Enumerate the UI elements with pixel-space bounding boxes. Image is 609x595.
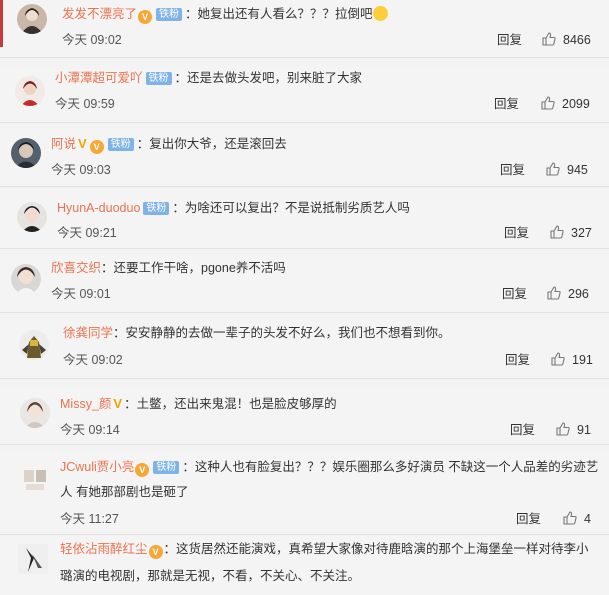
like-count: 91 [577,423,591,437]
like-count: 945 [567,163,588,177]
fan-badge: 铁粉 [145,72,172,85]
fan-badge: 铁粉 [156,8,183,21]
fan-badge: 铁粉 [153,461,180,474]
avatar[interactable] [17,202,47,232]
reply-button[interactable]: 回复 [504,224,529,242]
avatar[interactable] [20,398,50,428]
username[interactable]: 小潭潭超可爱吖 [55,71,143,85]
like-button[interactable]: 2099 [540,95,590,113]
comment-text: ：这种人也有脸复出？？？娱乐圈那么多好演员 不缺这一个人品差的劣迹艺 [182,460,599,474]
comment-text-continued: 璐演的电视剧，那就是无视，不看，不关心、不关注。 [60,569,361,583]
comment-time: 今天 09:59 [55,97,115,111]
username[interactable]: JCwuli贾小亮 [60,460,134,474]
comment-text-continued: 人 有她那部剧也是砸了 [60,485,189,499]
reply-button[interactable]: 回复 [494,95,519,113]
thumbs-up-icon [541,96,555,110]
verified-icon: V [113,396,123,411]
highlight-bar [0,0,3,47]
comment-item: 轻依沾雨醉红尘 V ：这货居然还能演戏，真希望大家像对待鹿晗演的那个上海堡垒一样对待… [0,536,609,595]
comment-text: ：复出你大爷，还是滚回去 [136,137,287,151]
comment-text: ：安安静静的去做一辈子的头发不好么，我们也不想看到你。 [113,326,451,340]
reply-button[interactable]: 回复 [502,285,527,303]
thumbs-up-icon [542,32,556,46]
username[interactable]: 徐龚同学 [63,326,113,340]
comment-time: 今天 09:14 [60,423,120,437]
like-button[interactable]: 296 [546,285,589,303]
reply-button[interactable]: 回复 [500,161,525,179]
comment-time: 今天 11:27 [60,512,119,526]
comment-text: ：还要工作干啥，pgone养不活吗 [101,261,286,275]
thumbs-up-icon [563,511,577,525]
like-count: 296 [568,287,589,301]
comment-item: 小潭潭超可爱吖 铁粉 ：还是去做头发吧，别来脏了大家 今天 09:59 回复 209… [0,66,609,122]
thumbs-up-icon [550,225,564,239]
vip-icon: V [89,140,104,154]
like-count: 2099 [562,97,590,111]
fan-badge: 铁粉 [107,138,134,151]
emoji-icon [372,6,388,21]
like-button[interactable]: 91 [555,421,591,439]
username[interactable]: Missy_颜 [60,397,111,411]
comment-text: ：土鳖，还出来鬼混！也是脸皮够厚的 [124,397,337,411]
like-button[interactable]: 191 [550,351,593,369]
comment-item: 欣喜交织：还要工作干啥，pgone养不活吗 今天 09:01 回复 296 [0,254,609,312]
comment-text: ：还是去做头发吧，别来脏了大家 [174,71,363,85]
username[interactable]: 轻依沾雨醉红尘 [60,542,148,556]
comment-time: 今天 09:03 [51,163,111,177]
avatar[interactable] [15,76,45,106]
comment-item: 阿说 V V 铁粉 ：复出你大爷，还是滚回去 今天 09:03 回复 945 [0,128,609,186]
like-button[interactable]: 945 [545,161,588,179]
comment-text: ：她复出还有人看么？？？拉倒吧 [185,7,373,21]
like-button[interactable]: 327 [549,224,592,242]
reply-button[interactable]: 回复 [497,31,522,49]
comment-item: JCwuli贾小亮 V 铁粉 ：这种人也有脸复出？？？娱乐圈那么多好演员 不缺这一个人… [0,450,609,532]
reply-button[interactable]: 回复 [516,510,541,528]
reply-button[interactable]: 回复 [505,351,530,369]
like-button[interactable]: 4 [562,510,591,528]
comment-time: 今天 09:21 [57,226,117,240]
fan-badge: 铁粉 [143,202,170,215]
username[interactable]: 欣喜交织 [51,261,101,275]
thumbs-up-icon [556,422,570,436]
vip-icon: V [148,545,163,559]
avatar[interactable] [17,4,47,34]
vip-icon: V [135,463,150,477]
avatar[interactable] [11,138,41,168]
username[interactable]: HyunA-duoduo [57,201,140,215]
like-count: 327 [571,226,592,240]
username[interactable]: 阿说 [51,137,76,151]
like-count: 191 [572,353,593,367]
verified-icon: V [78,136,87,151]
comment-time: 今天 09:01 [51,287,111,301]
like-button[interactable]: 8466 [541,31,591,49]
avatar[interactable] [11,264,41,294]
comment-time: 今天 09:02 [63,353,123,367]
comment-item: HyunA-duoduo 铁粉 ：为啥还可以复出？不是说抵制劣质艺人吗 今天 09:… [0,190,609,248]
like-count: 4 [584,512,591,526]
like-count: 8466 [563,33,591,47]
comment-text: ：为啥还可以复出？不是说抵制劣质艺人吗 [172,201,410,215]
avatar[interactable] [18,544,48,574]
comment-time: 今天 09:02 [62,33,122,47]
avatar[interactable] [20,464,50,494]
thumbs-up-icon [551,352,565,366]
avatar[interactable] [19,330,49,360]
comment-item: 徐龚同学：安安静静的去做一辈子的头发不好么，我们也不想看到你。 今天 09:02… [0,318,609,378]
username[interactable]: 发发不漂亮了 [62,7,137,21]
thumbs-up-icon [547,286,561,300]
vip-icon: V [138,10,153,24]
comment-item: Missy_颜 V ：土鳖，还出来鬼混！也是脸皮够厚的 今天 09:14 回复 91 [0,386,609,442]
comment-item: 发发不漂亮了 V 铁粉 ：她复出还有人看么？？？拉倒吧 今天 09:02 回复 846… [0,0,609,57]
thumbs-up-icon [546,162,560,176]
comment-text: ：这货居然还能演戏，真希望大家像对待鹿晗演的那个上海堡垒一样对待李小 [163,542,589,556]
reply-button[interactable]: 回复 [510,421,535,439]
